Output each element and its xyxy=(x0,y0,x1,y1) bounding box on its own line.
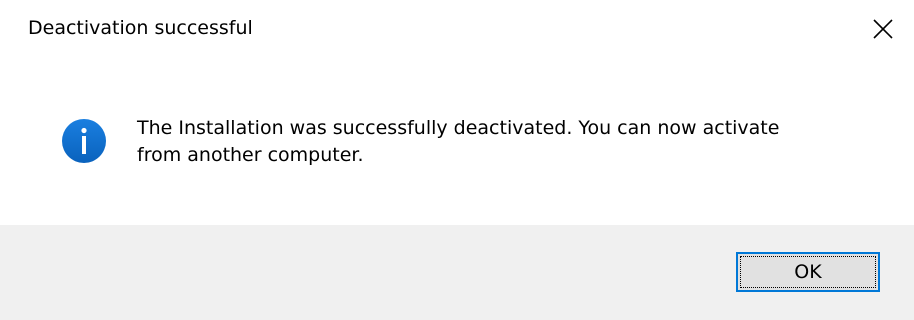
dialog-content: The Installation was successfully deacti… xyxy=(0,0,914,225)
ok-button[interactable]: OK xyxy=(736,252,880,292)
dialog-message: The Installation was successfully deacti… xyxy=(137,115,877,169)
message-dialog: Deactivation successful The Installation… xyxy=(0,0,914,320)
information-icon xyxy=(62,119,106,163)
message-line-2: from another computer. xyxy=(137,144,364,166)
message-line-1: The Installation was successfully deacti… xyxy=(137,117,780,139)
dialog-button-bar: OK xyxy=(0,225,914,320)
